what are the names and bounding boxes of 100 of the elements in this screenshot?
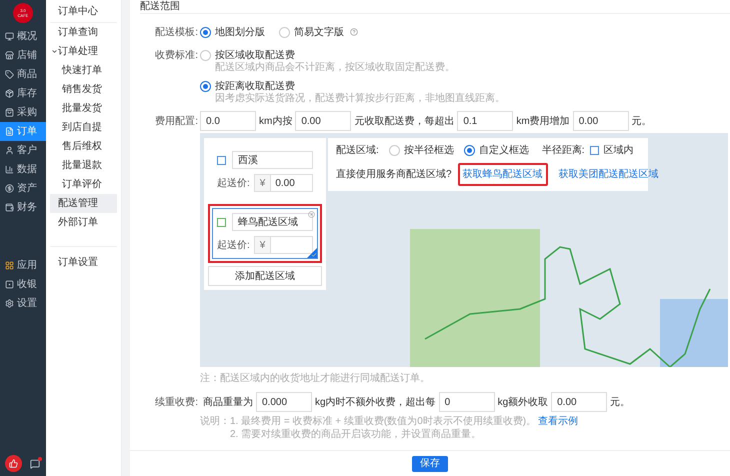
unit-text: 元收取配送费，每超出 [354, 114, 454, 128]
question-text: 直接使用服务商配送区域? [336, 168, 452, 182]
subnav-item[interactable]: 订单查询 [50, 23, 117, 42]
zone-card[interactable]: 蜂鸟配送区域 起送价: ¥ [212, 208, 318, 259]
price-field[interactable]: ¥ [254, 236, 313, 254]
input-field[interactable]: 0 [438, 392, 495, 412]
sidebar-item[interactable]: 资产 [0, 179, 46, 198]
sidebar-item[interactable]: 商品 [0, 65, 46, 84]
subnav-item[interactable]: 配送管理 [50, 194, 117, 213]
provider-link[interactable]: 获取美团配送配送区域 [554, 163, 664, 186]
region-icon [590, 146, 599, 155]
subnav-item[interactable]: 到店自提 [50, 118, 117, 137]
add-zone-button[interactable]: 添加配送区域 [208, 266, 322, 286]
chevron-icon [51, 48, 58, 55]
radio-button[interactable] [464, 145, 475, 156]
radio-button[interactable] [200, 50, 211, 60]
menu-icon [5, 280, 14, 289]
subnav-item[interactable]: 快速打单 [50, 61, 117, 80]
subnav-item[interactable]: 批量发货 [50, 99, 117, 118]
radio-button[interactable] [279, 26, 290, 38]
chat-icon[interactable] [30, 458, 40, 468]
subnav-item[interactable]: 订单设置 [50, 253, 117, 272]
hint-text: 因考虑实际送货路况，配送费计算按步行距离，非地图直线距离。 [214, 93, 505, 105]
price-field[interactable]: ¥ 0.00 [254, 174, 313, 192]
unit-text: 商品重量为 [203, 396, 253, 410]
checkbox[interactable] [217, 156, 226, 164]
zone-name-field[interactable]: 西溪 [232, 151, 313, 169]
menu-icon [5, 32, 14, 41]
radio-button[interactable] [388, 145, 400, 156]
menu-icon [5, 51, 14, 60]
zone-name-field[interactable]: 蜂鸟配送区域 [232, 213, 313, 231]
explanation-label: 说明： [200, 415, 230, 429]
unit-text: kg额外收取 [498, 396, 548, 410]
menu-icon [5, 261, 14, 270]
checkbox[interactable] [217, 218, 226, 226]
provider-link[interactable]: 获取蜂鸟配送区域 [458, 163, 548, 186]
input-field[interactable]: 0.00 [572, 111, 629, 131]
sidebar-item[interactable]: 概况 [0, 27, 46, 46]
section-title: 配送范围 [140, 0, 730, 14]
input-field[interactable]: 0.00 [295, 111, 352, 131]
thumbs-up-button[interactable] [5, 455, 22, 472]
menu-icon [5, 108, 14, 117]
menu-icon [5, 299, 14, 308]
menu-icon [5, 89, 14, 98]
map-note: 注：配送区域内的收货地址才能进行同城配送订单。 [200, 372, 431, 386]
subnav-item[interactable]: 销售发货 [50, 80, 117, 99]
radio-label: 按距离收取配送费 [215, 80, 295, 92]
field-label: 费用配置: [154, 114, 199, 128]
subnav-item[interactable]: 售后维权 [50, 137, 117, 156]
sidebar-item[interactable]: 库存 [0, 84, 46, 103]
radio-label: 按区域收取配送费 [215, 48, 295, 62]
radio-button[interactable] [200, 26, 211, 38]
menu-icon [5, 127, 14, 136]
sidebar-item[interactable]: 客户 [0, 141, 46, 160]
input-field[interactable]: 0.1 [457, 111, 514, 131]
thumbs-up-icon [9, 459, 18, 468]
sidebar-item[interactable]: 收银 [0, 275, 46, 294]
zone-card[interactable]: 西溪 起送价: ¥ 0.00 [212, 146, 318, 197]
explanation-text: 2. 需要对续重收费的商品开启该功能，并设置商品重量。 [230, 428, 482, 441]
radio-label: 自定义框选 [478, 144, 529, 158]
field-label: 配送区域: [336, 144, 379, 158]
subnav-item[interactable]: 订单处理 [50, 42, 117, 61]
subnav-title: 订单中心 [50, 0, 117, 23]
input-field[interactable]: 0.00 [551, 392, 608, 412]
sidebar-item[interactable]: 数据 [0, 160, 46, 179]
radio-label: 简易文字版 [294, 26, 344, 40]
unit-text: 元。 [610, 396, 630, 410]
sidebar-item[interactable]: 应用 [0, 256, 46, 275]
sidebar-item[interactable]: 店铺 [0, 46, 46, 65]
sidebar-item[interactable]: 采购 [0, 103, 46, 122]
radius-value: 区域内 [604, 144, 634, 158]
subnav-item[interactable]: 批量退款 [50, 156, 117, 175]
menu-icon [5, 184, 14, 193]
explanation-text: 1. 最终费用 = 收费标准 + 续重收费(数值为0时表示不使用续重收费)。 [230, 415, 536, 428]
unit-text: km内按 [259, 114, 292, 128]
subnav-item[interactable]: 订单评价 [50, 175, 117, 194]
sidebar-item[interactable]: 设置 [0, 294, 46, 313]
save-button[interactable]: 保存 [412, 456, 448, 472]
field-label: 起送价: [217, 238, 250, 252]
help-icon [350, 28, 358, 36]
field-label: 半径距离: [542, 144, 585, 158]
subnav-item[interactable]: 外部订单 [50, 213, 117, 232]
sidebar-item[interactable]: 财务 [0, 198, 46, 217]
example-link[interactable]: 查看示例 [538, 415, 578, 428]
field-label: 起送价: [217, 176, 250, 190]
close-icon[interactable] [308, 211, 315, 218]
field-label: 收费标准: [154, 48, 199, 62]
radio-button[interactable] [200, 80, 211, 92]
hint-text: 配送区域内商品会不计距离，按区域收取固定配送费。 [214, 62, 455, 74]
radio-label: 按半径框选 [404, 144, 454, 158]
unit-text: kg内时不额外收费，超出每 [315, 396, 436, 410]
menu-icon [5, 146, 14, 155]
menu-icon [5, 70, 14, 79]
menu-icon [5, 165, 14, 174]
input-field[interactable]: 0.000 [256, 392, 312, 412]
input-field[interactable]: 0.0 [200, 111, 256, 131]
unit-text: km费用增加 [516, 114, 570, 128]
radio-label: 地图划分版 [215, 26, 265, 40]
menu-icon [5, 203, 14, 212]
field-label: 续重收费: [154, 396, 199, 410]
